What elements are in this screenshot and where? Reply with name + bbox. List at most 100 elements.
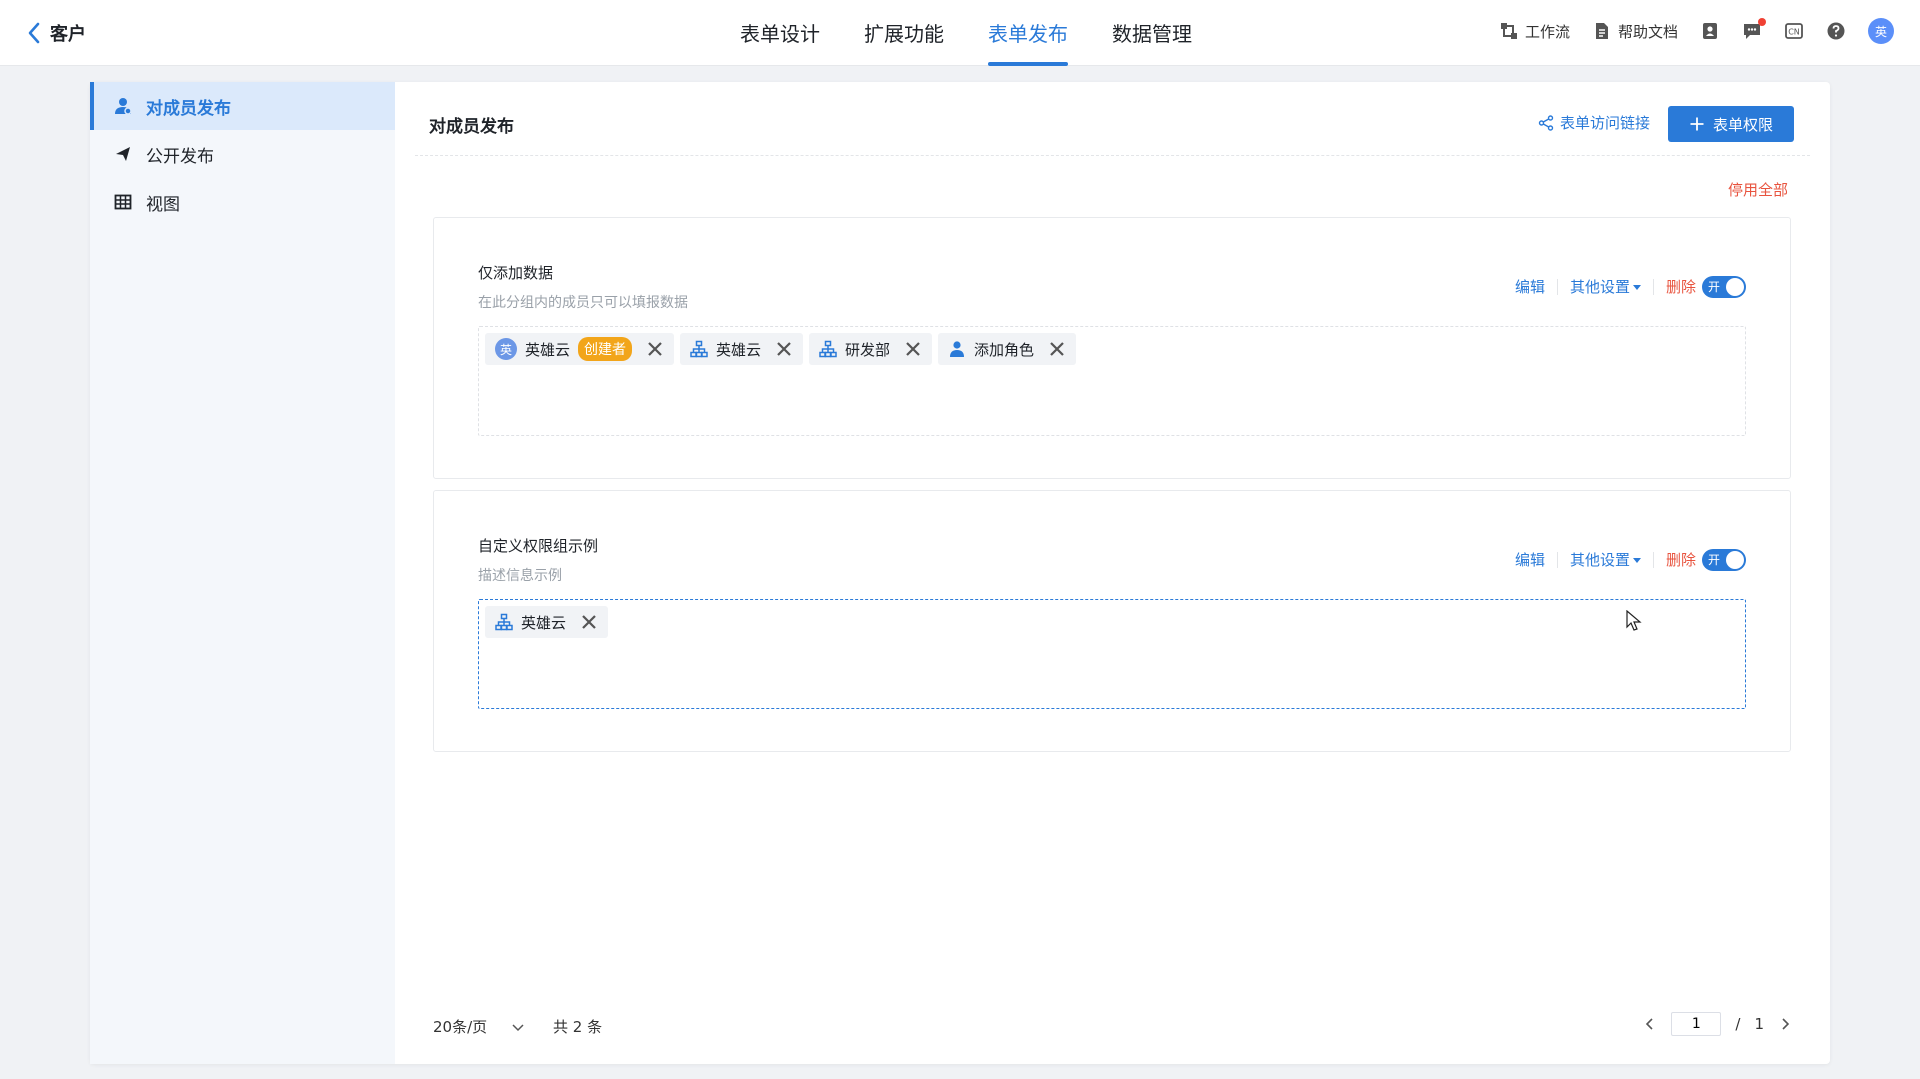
avatar: 英 xyxy=(1868,18,1894,44)
creator-badge: 创建者 xyxy=(578,337,633,361)
form-permission-label: 表单权限 xyxy=(1712,115,1773,134)
sidebar-item-view[interactable]: 视图 xyxy=(90,178,395,226)
workflow-label: 工作流 xyxy=(1524,22,1570,41)
main-tabs: 表单设计 扩展功能 表单发布 数据管理 xyxy=(740,0,1192,66)
pagination: 20条/页 共 2 条 / 1 xyxy=(433,1012,1792,1042)
total-count: 共 2 条 xyxy=(553,1018,603,1036)
member-label: 英雄云 xyxy=(716,340,762,359)
form-access-link-button[interactable]: 表单访问链接 xyxy=(1538,112,1650,133)
help-button[interactable] xyxy=(1826,21,1846,41)
sidebar-item-label: 视图 xyxy=(146,194,180,215)
group-actions: 编辑 其他设置 删除 开 xyxy=(1503,276,1746,298)
table-icon xyxy=(114,194,132,210)
group-name: 仅添加数据 xyxy=(478,264,554,282)
org-chart-icon xyxy=(690,340,708,358)
language-code: CN xyxy=(1788,28,1800,37)
other-settings-label: 其他设置 xyxy=(1569,278,1630,296)
page-size-select[interactable]: 20条/页 xyxy=(433,1016,525,1037)
back-label: 客户 xyxy=(50,24,86,45)
user-avatar-button[interactable]: 英 xyxy=(1868,18,1894,44)
form-permission-button[interactable]: 表单权限 xyxy=(1668,106,1794,142)
role-icon xyxy=(950,341,965,357)
delete-link[interactable]: 删除 xyxy=(1654,279,1702,295)
close-icon[interactable] xyxy=(1048,340,1066,358)
content-card: 对成员发布 公开发布 视图 对成员发布 表单访问链接 表单权限 停用全部 仅添加… xyxy=(90,82,1830,1064)
member-chip: 研发部 xyxy=(809,333,933,365)
contacts-icon xyxy=(1703,23,1717,39)
other-settings-dropdown[interactable]: 其他设置 xyxy=(1558,552,1654,568)
sidebar-item-member-publish[interactable]: 对成员发布 xyxy=(90,82,395,130)
chevron-left-icon xyxy=(28,22,40,44)
page-separator: / xyxy=(1735,1015,1741,1033)
tab-form-design[interactable]: 表单设计 xyxy=(740,0,820,66)
permission-group: 仅添加数据 在此分组内的成员只可以填报数据 编辑 其他设置 删除 开 英 英雄云 xyxy=(433,217,1791,479)
language-button[interactable]: CN xyxy=(1784,21,1804,41)
close-icon[interactable] xyxy=(580,613,598,631)
page-size-label: 20条/页 xyxy=(433,1018,488,1036)
close-icon[interactable] xyxy=(646,340,664,358)
top-tools: 工作流 帮助文档 CN 英 xyxy=(1499,18,1894,44)
member-list[interactable]: 英雄云 xyxy=(478,599,1746,709)
workflow-button[interactable]: 工作流 xyxy=(1499,21,1570,42)
messages-button[interactable] xyxy=(1742,18,1766,41)
edit-link[interactable]: 编辑 xyxy=(1503,552,1558,568)
document-icon xyxy=(1595,23,1608,39)
member-label: 英雄云 xyxy=(525,340,571,359)
member-chip: 添加角色 xyxy=(938,333,1077,365)
member-chip: 英雄云 xyxy=(680,333,804,365)
notification-dot xyxy=(1758,18,1766,26)
tab-form-publish[interactable]: 表单发布 xyxy=(988,0,1068,66)
avatar: 英 xyxy=(495,338,517,360)
other-settings-dropdown[interactable]: 其他设置 xyxy=(1558,279,1654,295)
share-icon xyxy=(1538,114,1554,131)
edit-link[interactable]: 编辑 xyxy=(1503,279,1558,295)
chevron-right-icon[interactable] xyxy=(1778,1017,1792,1031)
page-navigator: / 1 xyxy=(1643,1012,1792,1036)
chevron-left-icon[interactable] xyxy=(1643,1017,1657,1031)
switch-label: 开 xyxy=(1708,280,1721,294)
sidebar-item-label: 对成员发布 xyxy=(146,98,231,119)
group-enable-switch[interactable]: 开 xyxy=(1702,549,1746,571)
total-pages: 1 xyxy=(1754,1015,1764,1033)
delete-link[interactable]: 删除 xyxy=(1654,552,1702,568)
workflow-icon xyxy=(1500,23,1517,39)
close-icon[interactable] xyxy=(775,340,793,358)
plus-icon xyxy=(1690,117,1704,131)
caret-down-icon xyxy=(1632,284,1641,290)
sidebar: 对成员发布 公开发布 视图 xyxy=(90,82,395,1064)
help-docs-button[interactable]: 帮助文档 xyxy=(1592,21,1678,42)
org-chart-icon xyxy=(495,613,513,631)
back-button[interactable]: 客户 xyxy=(26,20,86,46)
member-chip: 英雄云 xyxy=(485,606,609,638)
member-label: 英雄云 xyxy=(521,613,567,632)
tab-extensions[interactable]: 扩展功能 xyxy=(864,0,944,66)
page-number-input[interactable] xyxy=(1671,1012,1722,1036)
switch-knob xyxy=(1726,551,1744,569)
group-actions: 编辑 其他设置 删除 开 xyxy=(1503,549,1746,571)
org-chart-icon xyxy=(819,340,837,358)
disable-all-link[interactable]: 停用全部 xyxy=(1728,179,1788,200)
switch-label: 开 xyxy=(1708,553,1721,567)
close-icon[interactable] xyxy=(904,340,922,358)
sidebar-item-public-publish[interactable]: 公开发布 xyxy=(90,130,395,178)
member-label: 添加角色 xyxy=(974,340,1035,359)
member-chip: 英 英雄云 创建者 xyxy=(485,333,675,365)
group-description: 描述信息示例 xyxy=(478,568,562,584)
group-name: 自定义权限组示例 xyxy=(478,537,599,555)
member-list[interactable]: 英 英雄云 创建者 英雄云 研发部 添加角色 xyxy=(478,326,1746,436)
user-icon xyxy=(115,98,132,115)
main-panel: 对成员发布 表单访问链接 表单权限 停用全部 仅添加数据 在此分组内的成员只可以… xyxy=(395,82,1830,1064)
contacts-button[interactable] xyxy=(1700,21,1720,41)
help-docs-label: 帮助文档 xyxy=(1617,22,1678,41)
mouse-cursor-icon xyxy=(1626,610,1642,631)
form-access-link-label: 表单访问链接 xyxy=(1559,114,1650,132)
sidebar-item-label: 公开发布 xyxy=(146,146,214,167)
permission-group: 自定义权限组示例 描述信息示例 编辑 其他设置 删除 开 英雄云 xyxy=(433,490,1791,752)
send-icon xyxy=(116,147,130,161)
language-icon: CN xyxy=(1785,23,1803,39)
chevron-down-icon xyxy=(512,1023,524,1031)
caret-down-icon xyxy=(1632,557,1641,563)
member-label: 研发部 xyxy=(845,340,891,359)
tab-data-management[interactable]: 数据管理 xyxy=(1112,0,1192,66)
group-enable-switch[interactable]: 开 xyxy=(1702,276,1746,298)
